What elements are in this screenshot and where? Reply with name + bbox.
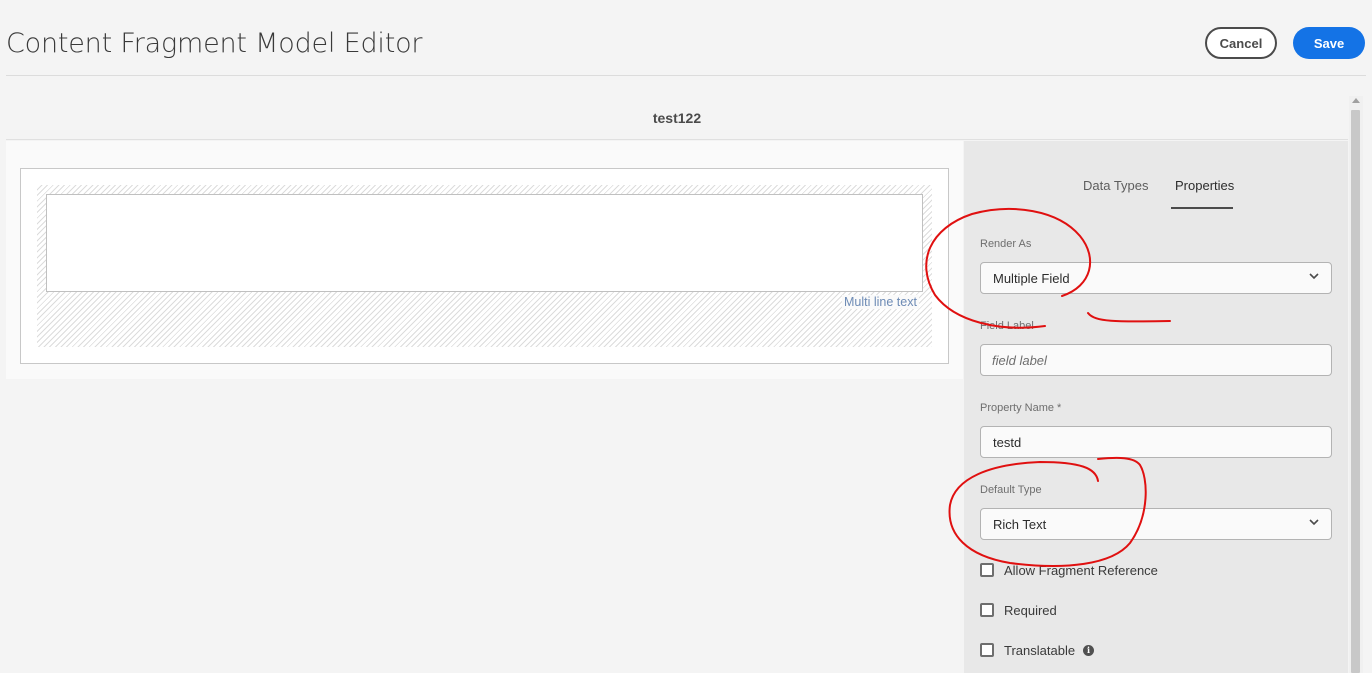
- checkbox-label: Required: [1004, 602, 1057, 618]
- default-type-value: Rich Text: [993, 517, 1047, 532]
- tab-data-types[interactable]: Data Types: [1083, 178, 1149, 193]
- scrollbar-thumb[interactable]: [1351, 110, 1360, 673]
- allow-fragment-reference-checkbox[interactable]: Allow Fragment Reference: [980, 561, 1158, 579]
- default-type-label: Default Type: [980, 484, 1042, 496]
- checkbox-label: Translatable: [1004, 642, 1076, 658]
- info-icon[interactable]: i: [1083, 644, 1095, 656]
- tab-properties[interactable]: Properties: [1175, 178, 1234, 193]
- render-as-select[interactable]: Multiple Field: [980, 262, 1332, 294]
- scroll-up-arrow[interactable]: [1352, 98, 1360, 103]
- checkbox-label: Allow Fragment Reference: [1004, 562, 1158, 578]
- property-name-input[interactable]: testd: [980, 426, 1332, 458]
- field-label-input[interactable]: field label: [980, 344, 1332, 376]
- field-label-placeholder: field label: [992, 353, 1047, 368]
- model-name: test122: [652, 110, 702, 126]
- required-checkbox[interactable]: Required: [980, 601, 1057, 619]
- header: Content Fragment Model Editor Cancel Sav…: [0, 0, 1372, 86]
- active-tab-indicator: [1171, 207, 1233, 209]
- render-as-value: Multiple Field: [993, 271, 1070, 286]
- field-type-label: Multi line text: [842, 295, 919, 309]
- chevron-down-icon: [1309, 519, 1319, 526]
- checkbox-box[interactable]: [980, 603, 994, 617]
- default-type-select[interactable]: Rich Text: [980, 508, 1332, 540]
- field-label-label: Field Label: [980, 320, 1034, 332]
- model-title-bar: test122: [6, 96, 1348, 140]
- cancel-button[interactable]: Cancel: [1205, 27, 1277, 59]
- checkbox-box[interactable]: [980, 563, 994, 577]
- header-divider: [6, 75, 1366, 76]
- page-title: Content Fragment Model Editor: [6, 28, 423, 59]
- property-name-value: testd: [993, 435, 1022, 450]
- render-as-label: Render As: [980, 238, 1032, 250]
- property-name-label: Property Name *: [980, 402, 1062, 414]
- checkbox-box[interactable]: [980, 643, 994, 657]
- translatable-checkbox[interactable]: Translatable i: [980, 641, 1095, 659]
- save-button[interactable]: Save: [1293, 27, 1365, 59]
- chevron-down-icon: [1309, 273, 1319, 280]
- multi-line-text-preview[interactable]: [46, 194, 923, 292]
